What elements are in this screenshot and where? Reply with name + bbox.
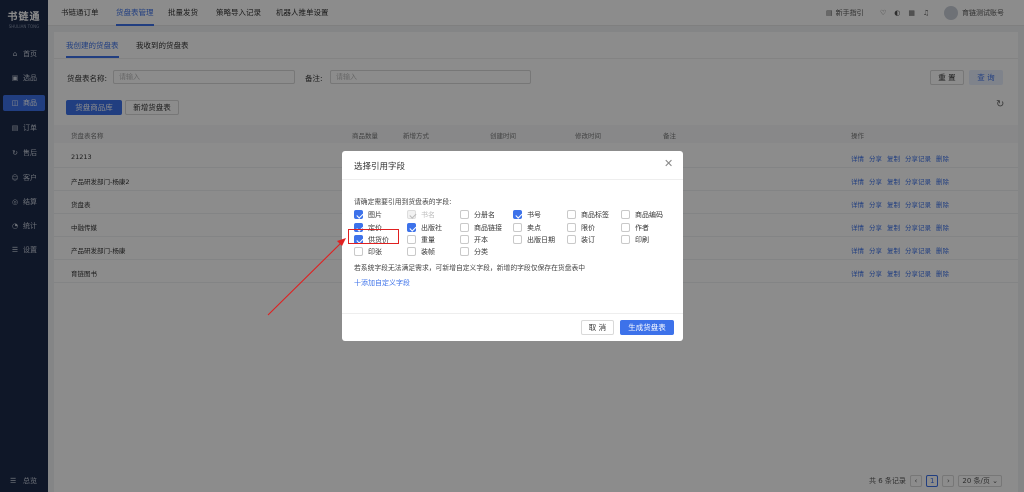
annotation-arrow (267, 238, 346, 316)
